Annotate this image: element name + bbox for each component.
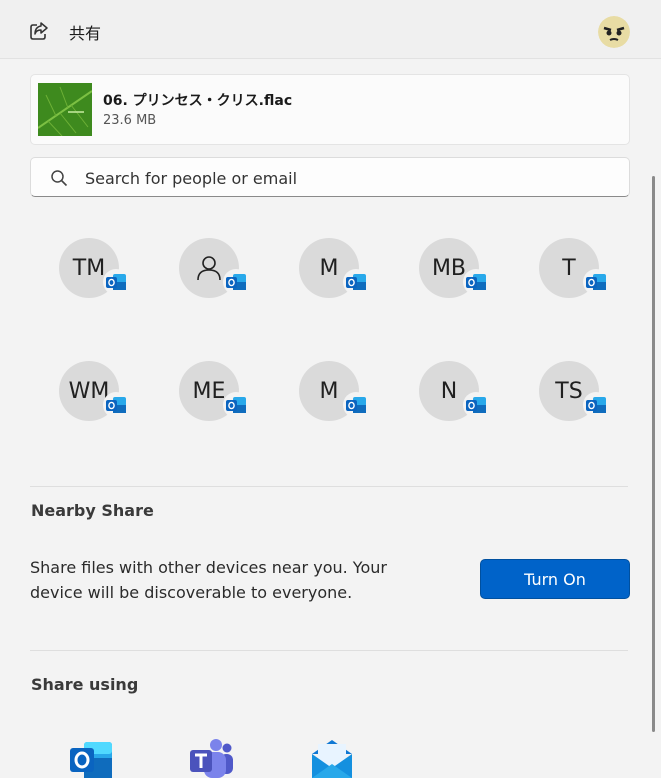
contact-item[interactable]: M bbox=[299, 361, 379, 441]
search-box[interactable] bbox=[30, 157, 630, 197]
file-name: 06. プリンセス・クリス.flac bbox=[103, 93, 293, 109]
outlook-badge-icon bbox=[583, 269, 609, 295]
contact-item[interactable]: TM bbox=[59, 238, 139, 318]
share-using-title: Share using bbox=[31, 675, 139, 694]
nearby-line-2: device will be discoverable to everyone. bbox=[30, 583, 353, 602]
outlook-badge-icon bbox=[223, 392, 249, 418]
contact-item[interactable]: MB bbox=[419, 238, 499, 318]
mail-icon[interactable] bbox=[310, 738, 354, 778]
divider bbox=[30, 486, 628, 487]
contact-item[interactable]: M bbox=[299, 238, 379, 318]
contact-initials: N bbox=[440, 378, 458, 404]
contact-initials: T bbox=[562, 255, 576, 281]
outlook-badge-icon bbox=[103, 269, 129, 295]
share-icon bbox=[30, 22, 48, 40]
header: 共有 bbox=[0, 0, 661, 59]
nearby-line-1: Share files with other devices near you.… bbox=[30, 558, 387, 577]
scrollbar[interactable] bbox=[652, 176, 655, 732]
outlook-badge-icon bbox=[103, 392, 129, 418]
turn-on-button[interactable]: Turn On bbox=[480, 559, 630, 599]
divider bbox=[30, 650, 628, 651]
teams-icon[interactable] bbox=[190, 738, 234, 778]
nearby-share-description: Share files with other devices near you.… bbox=[30, 555, 390, 605]
contact-item[interactable]: ME bbox=[179, 361, 259, 441]
search-icon bbox=[51, 170, 68, 187]
outlook-badge-icon bbox=[223, 269, 249, 295]
contact-initials: ME bbox=[192, 378, 226, 404]
outlook-badge-icon bbox=[583, 392, 609, 418]
contact-item[interactable]: WM bbox=[59, 361, 139, 441]
contact-item[interactable]: TS bbox=[539, 361, 619, 441]
contact-initials: TS bbox=[555, 378, 583, 404]
page-title: 共有 bbox=[69, 24, 102, 43]
file-card: 06. プリンセス・クリス.flac 23.6 MB bbox=[30, 74, 630, 145]
person-icon bbox=[197, 256, 221, 281]
outlook-badge-icon bbox=[463, 392, 489, 418]
outlook-badge-icon bbox=[343, 392, 369, 418]
outlook-icon[interactable] bbox=[70, 738, 114, 778]
file-size: 23.6 MB bbox=[103, 113, 157, 128]
contact-initials: M bbox=[319, 255, 339, 281]
user-avatar[interactable] bbox=[598, 16, 630, 48]
contact-initials: MB bbox=[431, 255, 467, 281]
contact-item[interactable]: T bbox=[539, 238, 619, 318]
contact-initials: M bbox=[319, 378, 339, 404]
search-input[interactable] bbox=[83, 164, 617, 192]
file-thumbnail bbox=[38, 83, 92, 136]
outlook-badge-icon bbox=[343, 269, 369, 295]
outlook-badge-icon bbox=[463, 269, 489, 295]
contact-item[interactable]: N bbox=[419, 361, 499, 441]
nearby-share-title: Nearby Share bbox=[31, 501, 154, 520]
contact-initials: TM bbox=[72, 255, 106, 281]
contact-item[interactable] bbox=[179, 238, 259, 318]
